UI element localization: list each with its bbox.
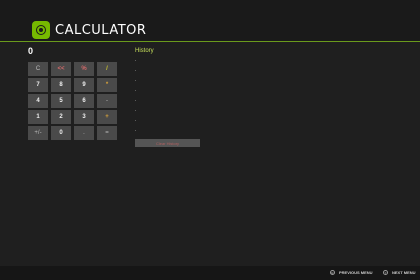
key-button[interactable]: = (97, 126, 117, 140)
history-entry-marker (135, 100, 136, 101)
history-entry-marker (135, 80, 136, 81)
clear-history-button[interactable]: Clear History (135, 139, 200, 147)
history-entry-marker (135, 130, 136, 131)
y-button-icon: Y (383, 270, 388, 275)
key-button[interactable]: * (97, 78, 117, 92)
calculator-app-icon (32, 21, 50, 39)
key-button[interactable]: 6 (74, 94, 94, 108)
key-button[interactable]: 7 (28, 78, 48, 92)
key-button[interactable]: 3 (74, 110, 94, 124)
key-button[interactable]: 4 (28, 94, 48, 108)
key-button[interactable]: << (51, 62, 71, 76)
key-button[interactable]: . (74, 126, 94, 140)
history-entry-marker (135, 110, 136, 111)
b-button-icon: B (330, 270, 335, 275)
key-button[interactable]: +/- (28, 126, 48, 140)
history-entry-marker (135, 60, 136, 61)
key-button[interactable]: - (97, 94, 117, 108)
app-icon-dot (39, 28, 43, 32)
app-header: CALCULATOR (0, 0, 420, 42)
calculator-display: 0 (28, 46, 34, 56)
key-button[interactable]: 8 (51, 78, 71, 92)
history-title: History (135, 48, 154, 54)
key-button[interactable]: 1 (28, 110, 48, 124)
history-entry-marker (135, 70, 136, 71)
app-title: CALCULATOR (55, 23, 147, 38)
footer-bar: B PREVIOUS MENU Y NEXT MENU (0, 266, 420, 280)
next-menu-label: NEXT MENU (392, 270, 416, 275)
key-button[interactable]: 5 (51, 94, 71, 108)
key-button[interactable]: C (28, 62, 48, 76)
key-button[interactable]: + (97, 110, 117, 124)
keypad: C <<%/ 7 8 9 * 4 5 6- 1 2 3 + +/- 0. = (28, 62, 117, 140)
previous-menu-button[interactable]: B PREVIOUS MENU (330, 270, 373, 275)
next-menu-button[interactable]: Y NEXT MENU (383, 270, 416, 275)
history-list (135, 60, 136, 140)
key-button[interactable]: 9 (74, 78, 94, 92)
key-button[interactable]: 2 (51, 110, 71, 124)
key-button[interactable]: 0 (51, 126, 71, 140)
key-button[interactable]: / (97, 62, 117, 76)
key-button[interactable]: % (74, 62, 94, 76)
history-entry-marker (135, 120, 136, 121)
history-entry-marker (135, 90, 136, 91)
previous-menu-label: PREVIOUS MENU (339, 270, 373, 275)
